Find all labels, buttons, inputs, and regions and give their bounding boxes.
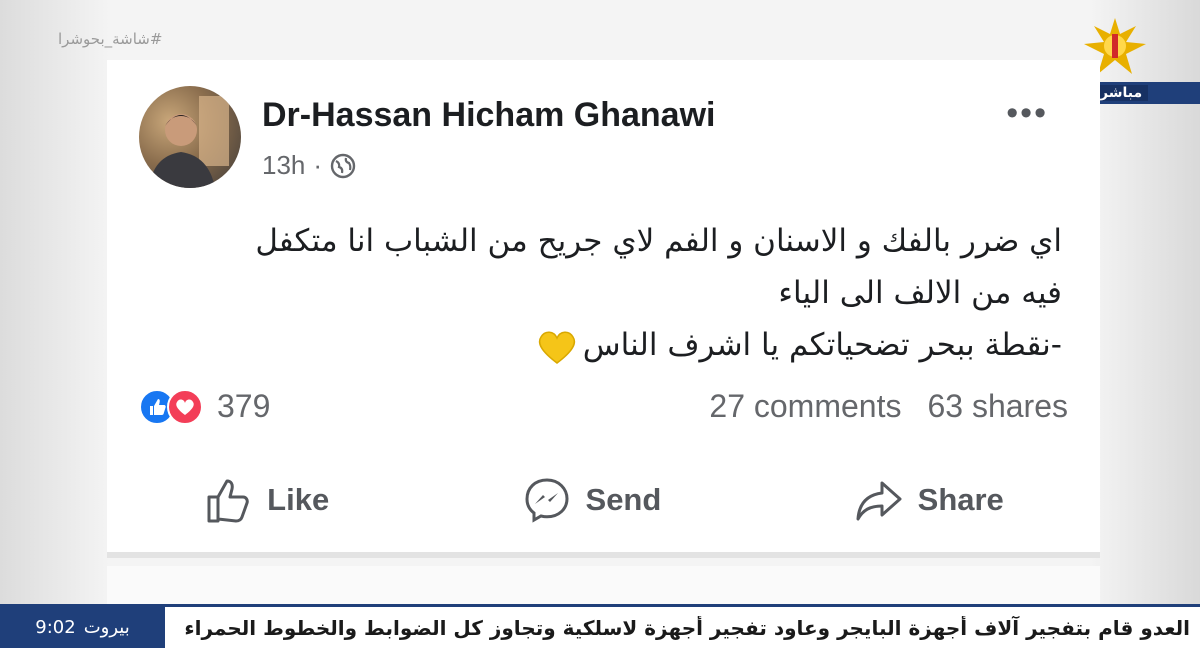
news-ticker: 9:02 بيروت العدو قام بتفجير آلاف أجهزة ا… (0, 604, 1200, 648)
hashtag-watermark: #شاشة_بحوشرا (58, 30, 163, 48)
post-text-line: اي ضرر بالفك و الاسنان و الفم لاي جريح م… (255, 223, 1062, 259)
live-badge: مباشر (1086, 82, 1200, 104)
post-text-line: فيه من الالف الى الياء (778, 275, 1062, 311)
ticker-city: بيروت (83, 617, 130, 638)
engagement-stats: 27 comments 63 shares (709, 388, 1068, 425)
like-button[interactable]: Like (203, 475, 329, 525)
send-label: Send (585, 482, 662, 517)
meta-separator: · (313, 150, 323, 180)
post-actions-bar: Like Send Share (107, 470, 1100, 530)
globe-icon (330, 153, 356, 178)
post-author-name[interactable]: Dr-Hassan Hicham Ghanawi (262, 96, 715, 135)
reactions-summary[interactable]: 379 (139, 388, 270, 425)
share-button[interactable]: Share (854, 475, 1004, 525)
post-meta: 13h · (262, 150, 356, 181)
post-text: اي ضرر بالفك و الاسنان و الفم لاي جريح م… (162, 215, 1062, 371)
comments-count[interactable]: 27 comments (709, 388, 901, 425)
like-label: Like (267, 482, 330, 517)
more-options-button[interactable]: ••• (1006, 94, 1048, 133)
post-text-line: -نقطة ببحر تضحياتكم يا اشرف الناس (162, 319, 1062, 371)
avatar[interactable] (139, 86, 241, 188)
share-arrow-icon (856, 481, 902, 521)
thumbs-up-icon (207, 479, 249, 523)
messenger-icon (525, 478, 569, 523)
ticker-headline: العدو قام بتفجير آلاف أجهزة البايجر وعاو… (184, 615, 1190, 640)
yellow-heart-icon (538, 331, 575, 364)
reaction-count: 379 (217, 388, 271, 424)
next-post-preview (107, 566, 1100, 606)
post-time[interactable]: 13h (262, 150, 305, 181)
share-label: Share (917, 482, 1004, 517)
ticker-time: 9:02 (35, 617, 76, 638)
send-button[interactable]: Send (522, 475, 662, 525)
ticker-clock: 9:02 بيروت (0, 607, 165, 648)
shares-count[interactable]: 63 shares (927, 388, 1068, 425)
facebook-post-card: Dr-Hassan Hicham Ghanawi 13h · ••• اي ضر… (107, 60, 1100, 558)
love-reaction-icon (167, 388, 203, 425)
